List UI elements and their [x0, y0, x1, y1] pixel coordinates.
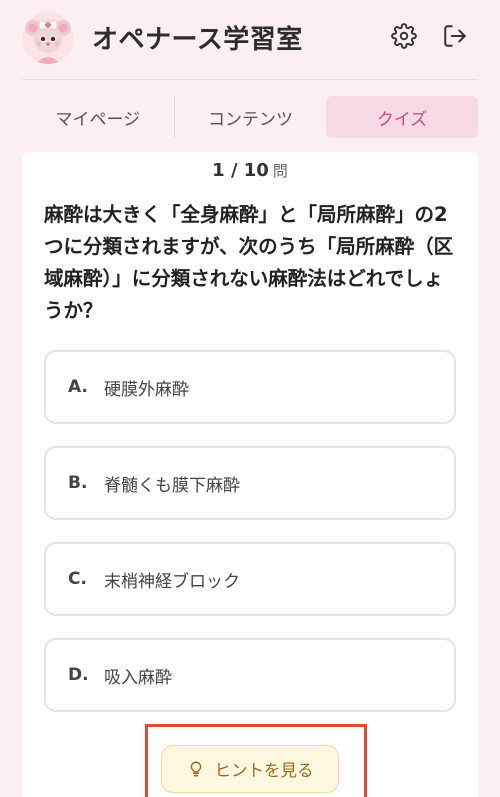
- option-letter: C.: [68, 569, 87, 589]
- avatar: [22, 12, 74, 64]
- question-progress: 1 / 10 問: [22, 160, 478, 181]
- option-c[interactable]: C. 末梢神経ブロック: [44, 542, 456, 616]
- hint-button[interactable]: ヒントを見る: [161, 745, 339, 793]
- option-a[interactable]: A. 硬膜外麻酔: [44, 350, 456, 424]
- option-letter: D.: [68, 665, 89, 685]
- tab-mypage[interactable]: マイページ: [22, 96, 174, 138]
- option-text: 末梢神経ブロック: [104, 571, 240, 592]
- gear-icon: [391, 23, 417, 49]
- hint-button-label: ヒントを見る: [214, 761, 314, 780]
- quiz-card: 1 / 10 問 麻酔は大きく「全身麻酔」と「局所麻酔」の2つに分類されますが、次…: [22, 152, 478, 797]
- option-b[interactable]: B. 脊髄くも膜下麻酔: [44, 446, 456, 520]
- progress-total: 10: [243, 160, 269, 181]
- progress-separator: /: [224, 160, 244, 181]
- option-d[interactable]: D. 吸入麻酔: [44, 638, 456, 712]
- header-divider: [22, 79, 478, 80]
- option-letter: A.: [68, 377, 88, 397]
- tab-contents[interactable]: コンテンツ: [173, 96, 327, 138]
- tab-quiz[interactable]: クイズ: [326, 96, 479, 138]
- tab-bar: マイページ コンテンツ クイズ: [22, 96, 479, 138]
- settings-button[interactable]: [390, 22, 418, 50]
- progress-unit: 問: [272, 162, 288, 180]
- progress-current: 1: [212, 160, 225, 181]
- option-text: 脊髄くも膜下麻酔: [104, 475, 240, 496]
- app-title: オペナース学習室: [92, 25, 303, 55]
- app-header: オペナース学習室: [0, 0, 500, 78]
- option-letter: B.: [68, 473, 88, 493]
- question-text: 麻酔は大きく「全身麻酔」と「局所麻酔」の2つに分類されますが、次のうち「局所麻酔…: [44, 203, 454, 322]
- option-text: 吸入麻酔: [104, 667, 172, 688]
- option-text: 硬膜外麻酔: [104, 379, 189, 400]
- nurse-mouse-mascot-icon: [22, 12, 74, 64]
- logout-icon: [444, 25, 466, 47]
- logout-button[interactable]: [441, 22, 469, 50]
- lightbulb-icon: [187, 759, 205, 779]
